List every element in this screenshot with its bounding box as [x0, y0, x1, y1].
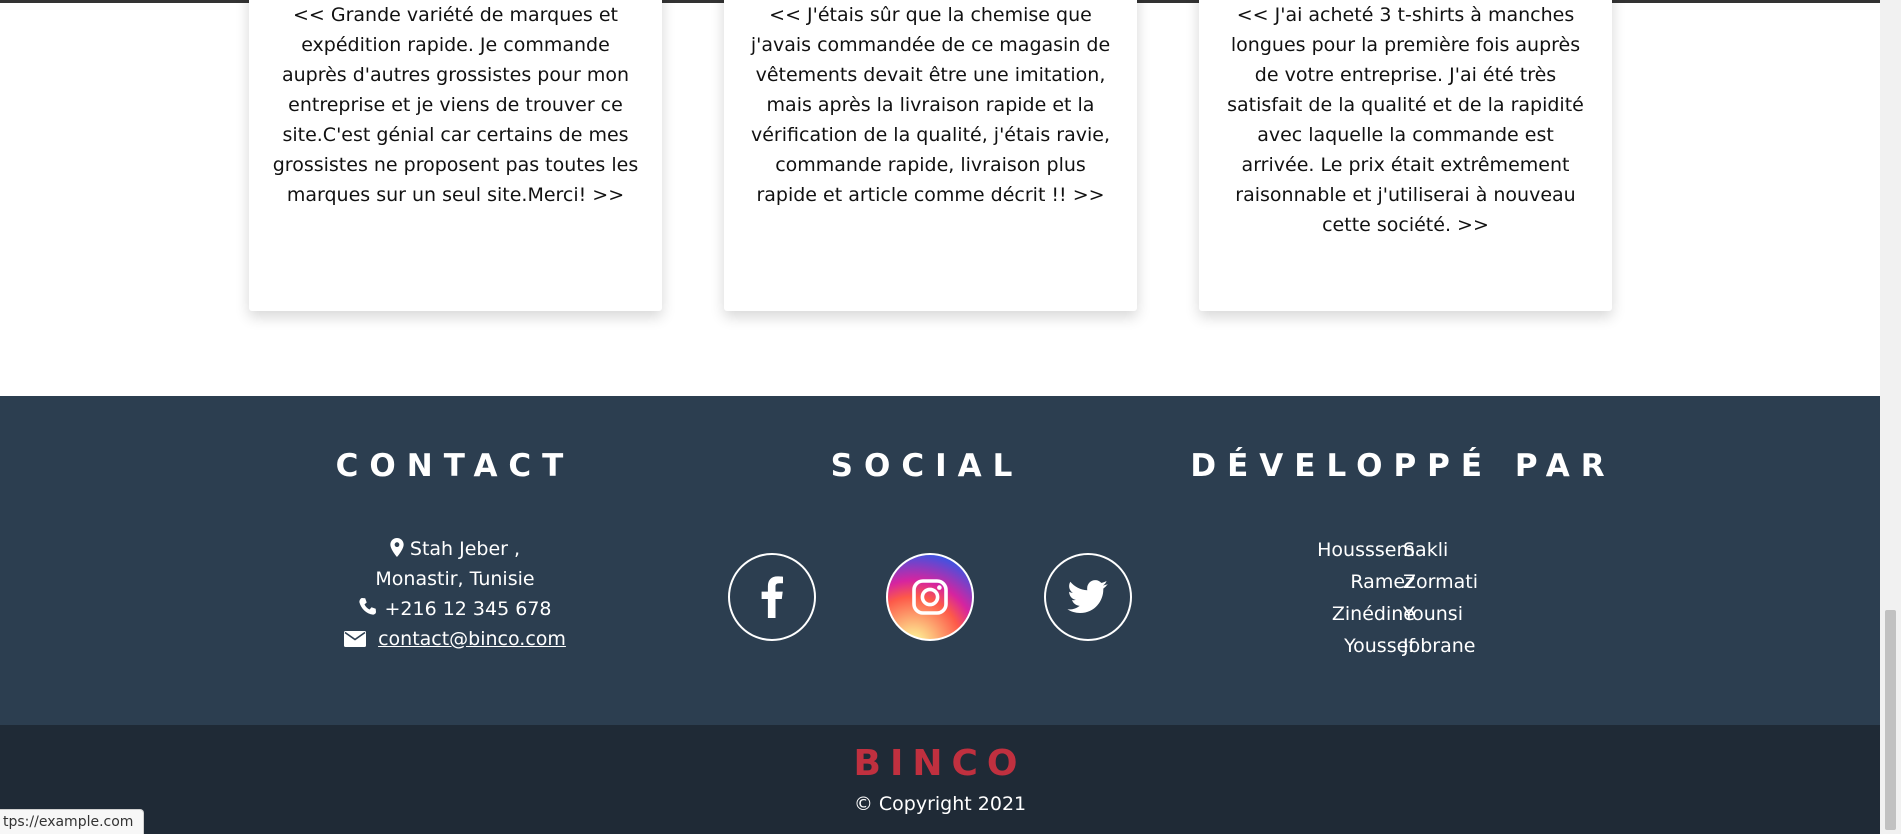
testimonial-text: << J'ai acheté 3 t-shirts à manches long… — [1227, 4, 1584, 236]
facebook-button[interactable] — [728, 553, 816, 641]
developer-last-name: Jobrane — [1403, 635, 1476, 657]
testimonial-card: << Grande variété de marques et expéditi… — [249, 0, 662, 311]
brand-logo[interactable]: BINCO — [0, 743, 1880, 784]
scrollbar-thumb[interactable] — [1885, 610, 1896, 830]
status-bar-url: tps://example.com — [0, 809, 145, 834]
envelope-icon — [344, 631, 367, 647]
testimonial-text: << J'étais sûr que la chemise que j'avai… — [750, 4, 1111, 206]
twitter-button[interactable] — [1044, 553, 1132, 641]
testimonial-card: << J'étais sûr que la chemise que j'avai… — [724, 0, 1137, 311]
developer-row: Housssem Sakli — [1180, 534, 1626, 566]
developer-row: Zinédine Younsi — [1180, 598, 1626, 630]
developer-row: Ramez Zormati — [1180, 566, 1626, 598]
twitter-icon — [1067, 580, 1108, 613]
developers-column: DÉVELOPPÉ PAR Housssem Sakli Ramez Zorma… — [1180, 396, 1626, 725]
map-marker-icon — [390, 538, 404, 557]
contact-details: Stah Jeber , Monastir, Tunisie +216 12 3… — [305, 534, 605, 654]
phone-line: +216 12 345 678 — [305, 594, 605, 624]
phone-number: +216 12 345 678 — [384, 598, 552, 620]
footer-main: CONTACT Stah Jeber , Monastir, Tunisie +… — [0, 396, 1880, 725]
address-line: Stah Jeber , — [305, 534, 605, 564]
developer-row: Youssef Jobrane — [1180, 630, 1626, 662]
social-column: SOCIAL — [718, 396, 1136, 725]
developers-title: DÉVELOPPÉ PAR — [1190, 448, 1616, 484]
email-line: contact@binco.com — [305, 624, 605, 654]
instagram-icon — [912, 579, 948, 615]
testimonials-section: << Grande variété de marques et expéditi… — [0, 0, 1880, 396]
copyright-text: © Copyright 2021 — [853, 793, 1027, 815]
facebook-icon — [761, 576, 783, 618]
phone-icon — [359, 598, 377, 615]
developer-first-name: Housssem — [1317, 539, 1415, 561]
address-line2: Monastir, Tunisie — [375, 568, 535, 590]
scrollbar[interactable] — [1880, 0, 1901, 834]
email-link[interactable]: contact@binco.com — [378, 628, 566, 650]
contact-title: CONTACT — [335, 448, 575, 484]
developers-list: Housssem Sakli Ramez Zormati Zinédine Yo… — [1180, 534, 1626, 662]
contact-column: CONTACT Stah Jeber , Monastir, Tunisie +… — [305, 396, 605, 725]
address-line1: Stah Jeber , — [409, 538, 521, 560]
instagram-button[interactable] — [886, 553, 974, 641]
social-title: SOCIAL — [830, 448, 1024, 484]
developer-last-name: Younsi — [1403, 603, 1463, 625]
footer-bottom: BINCO © Copyright 2021 — [0, 725, 1880, 834]
developer-last-name: Zormati — [1403, 571, 1478, 593]
testimonial-text: << Grande variété de marques et expéditi… — [272, 4, 639, 206]
developer-last-name: Sakli — [1403, 539, 1449, 561]
testimonial-card: << J'ai acheté 3 t-shirts à manches long… — [1199, 0, 1612, 311]
